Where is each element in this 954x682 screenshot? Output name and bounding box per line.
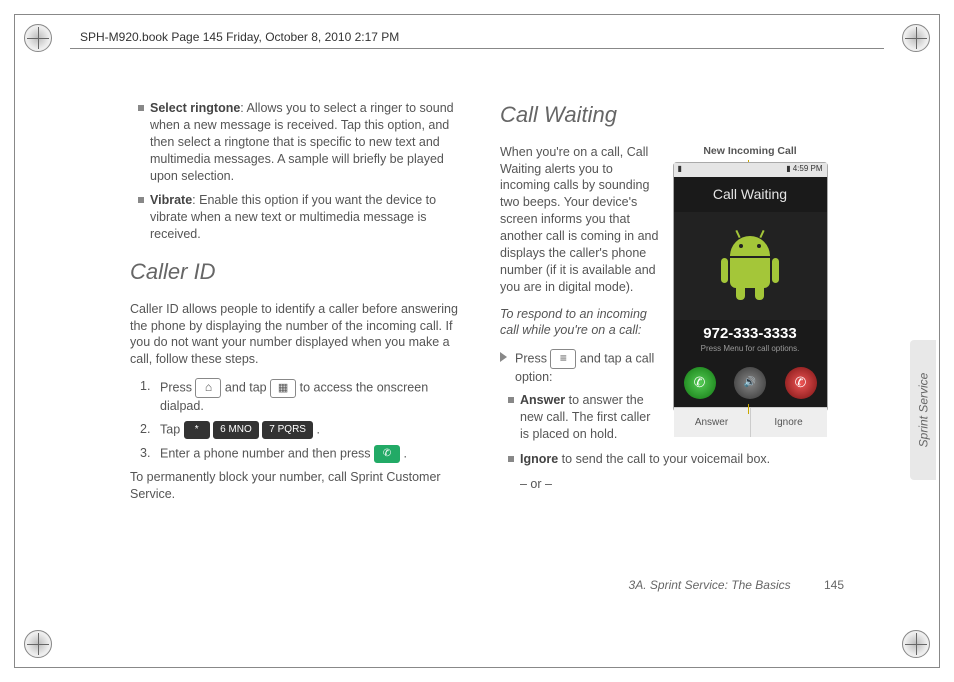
footer-section: 3A. Sprint Service: The Basics <box>629 578 791 592</box>
step-text: Tap <box>160 422 184 436</box>
bullet-text: to send the call to your voicemail box. <box>558 452 770 466</box>
key-6-icon: 6 MNO <box>213 421 259 439</box>
crop-mark-icon <box>24 630 52 658</box>
call-waiting-text: When you're on a call, Call Waiting aler… <box>500 144 660 451</box>
key-7-icon: 7 PQRS <box>262 421 313 439</box>
header-rule <box>70 48 884 49</box>
step-number: 3. <box>140 445 160 463</box>
step-text: Press <box>160 380 195 394</box>
answer-circle-icon[interactable]: ✆ <box>684 367 716 399</box>
caller-id-intro: Caller ID allows people to identify a ca… <box>130 301 460 369</box>
figure-label-top: New Incoming Call <box>670 144 830 158</box>
caller-avatar-area <box>674 212 827 320</box>
call-action-row: ✆ 🔊 ✆ <box>674 361 827 407</box>
term: Answer <box>520 393 565 407</box>
heading-caller-id: Caller ID <box>130 257 460 287</box>
step-text: and tap <box>225 380 270 394</box>
right-column: Call Waiting When you're on a call, Call… <box>500 100 830 513</box>
bullet-icon <box>508 456 514 462</box>
key-star-icon: * <box>184 421 210 439</box>
crop-mark-icon <box>24 24 52 52</box>
step-3: 3. Enter a phone number and then press . <box>130 445 460 463</box>
bullet-ignore: Ignore to send the call to your voicemai… <box>500 451 830 468</box>
speaker-circle-icon[interactable]: 🔊 <box>734 367 766 399</box>
call-option-buttons: Answer Ignore <box>674 407 827 437</box>
call-waiting-para: When you're on a call, Call Waiting aler… <box>500 144 660 296</box>
step-2: 2. Tap * 6 MNO 7 PQRS . <box>130 421 460 439</box>
phone-figure: New Incoming Call ▮ ▮4:59 PM Call Waitin… <box>670 144 830 451</box>
page-footer: 3A. Sprint Service: The Basics 145 <box>629 578 844 592</box>
step-number: 1. <box>140 378 160 415</box>
call-key-icon <box>374 445 400 463</box>
bullet-answer: Answer to answer the new call. The first… <box>500 392 660 443</box>
callout-line <box>748 404 749 414</box>
thumb-tab: Sprint Service <box>910 340 936 480</box>
arrow-step: Press and tap a call option: <box>500 349 660 386</box>
screen-title: Call Waiting <box>674 177 827 212</box>
step-text: . <box>404 446 407 460</box>
ignore-button[interactable]: Ignore <box>751 408 827 437</box>
step-text: Press <box>515 352 550 366</box>
bullet-icon <box>138 105 144 111</box>
dialpad-key-icon <box>270 379 296 398</box>
bullet-text: : Enable this option if you want the dev… <box>150 193 436 241</box>
term: Vibrate <box>150 193 192 207</box>
home-key-icon <box>195 378 221 398</box>
bullet-vibrate: Vibrate: Enable this option if you want … <box>130 192 460 243</box>
bullet-icon <box>508 397 514 403</box>
bullet-select-ringtone: Select ringtone: Allows you to select a … <box>130 100 460 184</box>
answer-button[interactable]: Answer <box>674 408 751 437</box>
triangle-bullet-icon <box>500 352 507 362</box>
status-time: 4:59 PM <box>793 164 823 175</box>
crop-mark-icon <box>902 630 930 658</box>
caller-number: 972-333-3333 <box>674 324 827 344</box>
step-text: Enter a phone number and then press <box>160 446 374 460</box>
caller-id-outro: To permanently block your number, call S… <box>130 469 460 503</box>
phone-screenshot: ▮ ▮4:59 PM Call Waiting <box>673 162 828 412</box>
left-column: Select ringtone: Allows you to select a … <box>130 100 460 513</box>
bullet-icon <box>138 197 144 203</box>
step-text: . <box>316 422 319 436</box>
page-number: 145 <box>824 578 844 592</box>
android-icon <box>725 236 775 296</box>
or-divider: – or – <box>500 476 830 493</box>
step-number: 2. <box>140 421 160 439</box>
menu-key-icon <box>550 349 576 369</box>
term: Select ringtone <box>150 101 240 115</box>
step-1: 1. Press and tap to access the onscreen … <box>130 378 460 415</box>
menu-hint: Press Menu for call options. <box>674 344 827 355</box>
status-bar: ▮ ▮4:59 PM <box>674 163 827 177</box>
signal-icon: ▮ <box>678 164 682 175</box>
thumb-tab-label: Sprint Service <box>916 373 930 448</box>
term: Ignore <box>520 452 558 466</box>
page-content: Select ringtone: Allows you to select a … <box>130 100 830 513</box>
running-header: SPH-M920.book Page 145 Friday, October 8… <box>80 30 399 44</box>
respond-lead: To respond to an incoming call while you… <box>500 306 660 340</box>
decline-circle-icon[interactable]: ✆ <box>785 367 817 399</box>
caller-number-area: 972-333-3333 Press Menu for call options… <box>674 320 827 361</box>
crop-mark-icon <box>902 24 930 52</box>
heading-call-waiting: Call Waiting <box>500 100 830 130</box>
battery-icon: ▮ <box>786 164 790 175</box>
